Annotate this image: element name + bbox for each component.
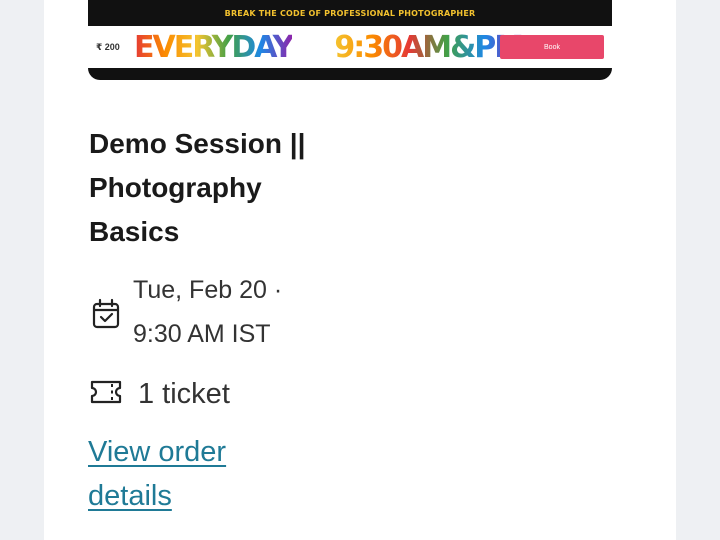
calendar-check-icon: [92, 298, 120, 329]
ticket-count: 1 ticket: [138, 378, 230, 410]
event-banner-image: BREAK THE CODE OF PROFESSIONAL PHOTOGRAP…: [88, 0, 612, 80]
banner-price: ₹ 200: [96, 41, 120, 52]
view-order-details-link[interactable]: View order details: [88, 430, 288, 518]
banner-book-button: Book: [500, 35, 604, 59]
banner-everyday-text: EVERYDAY: [134, 29, 294, 65]
banner-time-text: 9:30AM&PM: [334, 29, 524, 65]
ticket-icon: [90, 380, 122, 404]
banner-strip: ₹ 200 EVERYDAY 9:30AM&PM Book: [88, 26, 612, 68]
event-title: Demo Session || Photography Basics: [89, 128, 306, 247]
event-date-time: Tue, Feb 20 · 9:30 AM IST: [133, 276, 283, 348]
banner-tagline: BREAK THE CODE OF PROFESSIONAL PHOTOGRAP…: [224, 8, 476, 18]
